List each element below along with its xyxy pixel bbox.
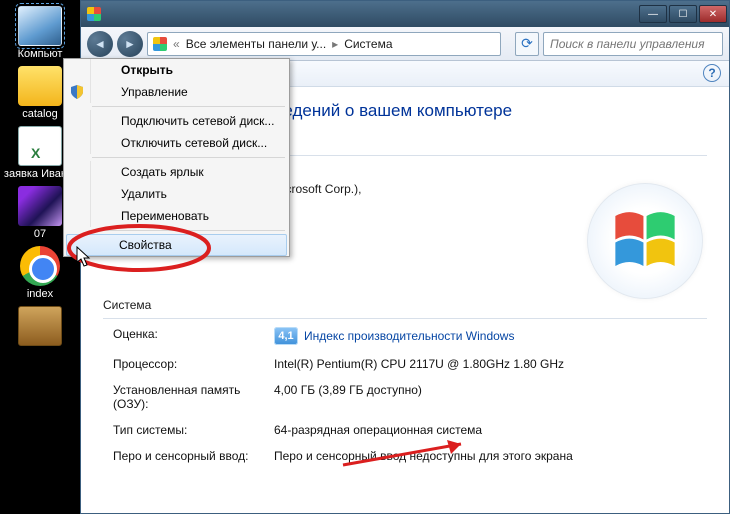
search-input[interactable] — [543, 32, 723, 56]
windows-flag-icon — [87, 7, 101, 21]
refresh-icon: ⟳ — [521, 35, 533, 52]
window-controls: — ☐ ✕ — [639, 5, 729, 23]
pen-label: Перо и сенсорный ввод: — [113, 449, 268, 463]
separator — [92, 230, 285, 231]
folder-icon — [18, 66, 62, 106]
separator — [92, 157, 285, 158]
ram-label: Установленная память (ОЗУ): — [113, 383, 268, 411]
shield-icon — [69, 84, 85, 100]
separator — [92, 106, 285, 107]
computer-icon — [18, 6, 62, 46]
nav-forward-button[interactable]: ► — [117, 31, 143, 57]
ctx-shortcut[interactable]: Создать ярлык — [90, 161, 289, 183]
help-button[interactable]: ? — [703, 64, 721, 82]
wei-rating[interactable]: 4,1 Индекс производительности Windows — [274, 327, 514, 345]
breadcrumb[interactable]: « Все элементы панели у... ▸ Система — [147, 32, 501, 56]
nav-bar: ◄ ► « Все элементы панели у... ▸ Система… — [81, 27, 729, 61]
nav-back-button[interactable]: ◄ — [87, 31, 113, 57]
archive-icon — [18, 306, 62, 346]
type-label: Тип системы: — [113, 423, 268, 437]
chrome-icon — [20, 246, 60, 286]
image-icon — [18, 186, 62, 226]
wei-link[interactable]: Индекс производительности Windows — [304, 329, 514, 343]
ctx-open[interactable]: Открыть — [90, 59, 289, 81]
desktop-computer[interactable]: Компьют — [0, 6, 80, 60]
excel-icon — [18, 126, 62, 166]
pen-value: Перо и сенсорный ввод недоступны для это… — [274, 449, 707, 463]
divider — [103, 318, 707, 319]
ctx-properties[interactable]: Свойства — [66, 234, 287, 256]
ctx-map-drive[interactable]: Подключить сетевой диск... — [90, 110, 289, 132]
windows-flag-icon — [606, 202, 684, 280]
rating-label: Оценка: — [113, 327, 268, 345]
chevron-right-icon: ► — [124, 37, 136, 51]
flag-icon — [153, 37, 167, 51]
ctx-delete[interactable]: Удалить — [90, 183, 289, 205]
desktop-item-archive[interactable] — [0, 306, 80, 346]
chevron-left-icon: ◄ — [94, 37, 106, 51]
wei-badge: 4,1 — [274, 327, 298, 345]
system-grid: Оценка: 4,1 Индекс производительности Wi… — [103, 327, 707, 463]
ctx-rename[interactable]: Переименовать — [90, 205, 289, 227]
type-value: 64-разрядная операционная система — [274, 423, 707, 437]
ctx-unmap-drive[interactable]: Отключить сетевой диск... — [90, 132, 289, 154]
cursor-icon — [76, 246, 92, 268]
context-menu: Открыть Управление Подключить сетевой ди… — [63, 58, 290, 257]
refresh-button[interactable]: ⟳ — [515, 32, 539, 56]
minimize-button[interactable]: — — [639, 5, 667, 23]
cpu-value: Intel(R) Pentium(R) CPU 2117U @ 1.80GHz … — [274, 357, 707, 371]
breadcrumb-item[interactable]: Система — [341, 37, 395, 51]
system-header: Система — [103, 298, 707, 312]
ram-value: 4,00 ГБ (3,89 ГБ доступно) — [274, 383, 707, 411]
close-button[interactable]: ✕ — [699, 5, 727, 23]
windows-logo — [587, 183, 703, 299]
title-bar[interactable]: — ☐ ✕ — [81, 1, 729, 27]
ctx-manage[interactable]: Управление — [90, 81, 289, 103]
breadcrumb-item[interactable]: Все элементы панели у... — [183, 37, 329, 51]
cpu-label: Процессор: — [113, 357, 268, 371]
maximize-button[interactable]: ☐ — [669, 5, 697, 23]
